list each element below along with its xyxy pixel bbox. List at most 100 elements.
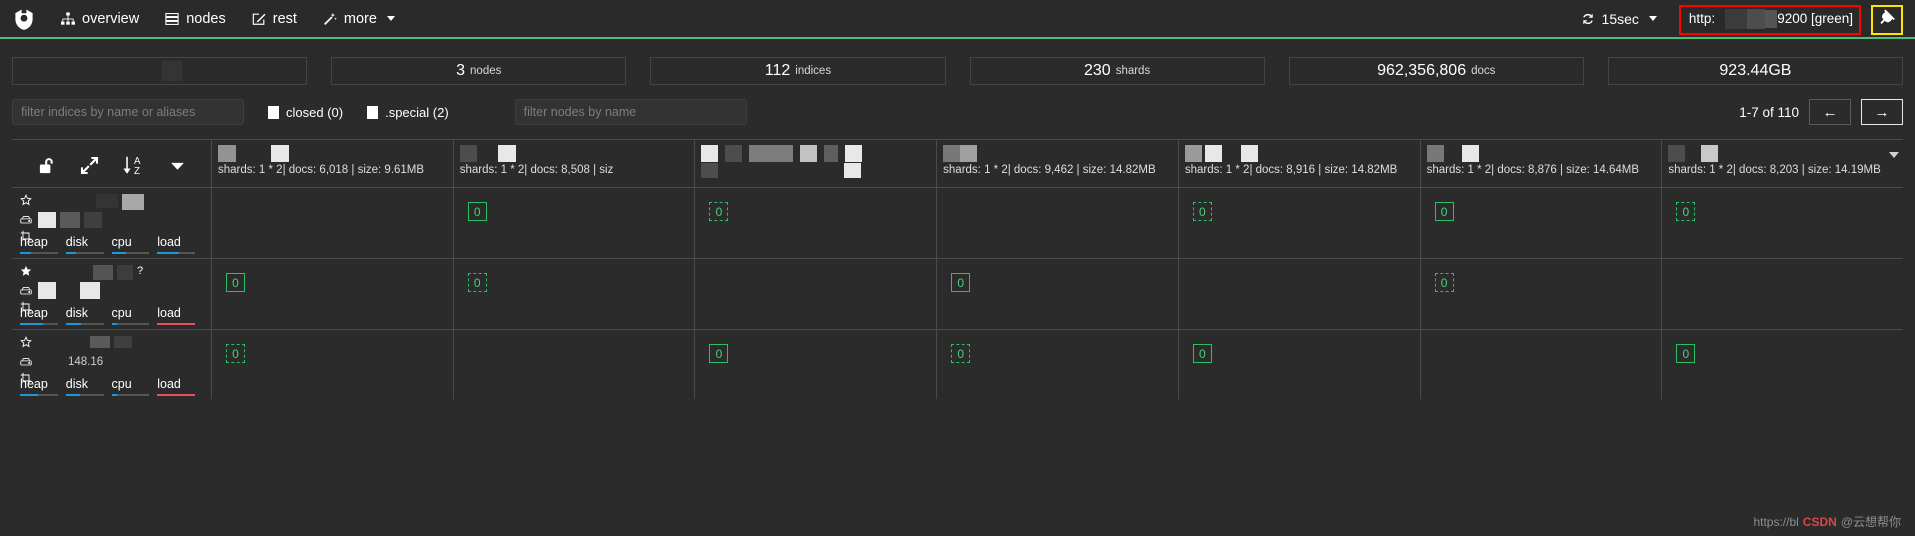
shard-cell[interactable] bbox=[454, 330, 695, 399]
nav-item-nodes[interactable]: nodes bbox=[152, 0, 239, 37]
cerebro-logo-link[interactable] bbox=[0, 0, 48, 37]
index-filter-input[interactable] bbox=[12, 99, 244, 125]
node-name-redaction bbox=[90, 336, 110, 348]
refresh-interval-selector[interactable]: 15sec bbox=[1569, 0, 1669, 37]
shard-cell[interactable]: 0 bbox=[695, 330, 936, 399]
connection-url-group[interactable]: http: 9200 [green] bbox=[1678, 0, 1861, 37]
shard-cell[interactable]: 0 bbox=[212, 330, 453, 399]
shard-badge-primary[interactable]: 0 bbox=[709, 344, 729, 363]
shard-cell[interactable]: 0 bbox=[453, 188, 695, 259]
node-name-redaction bbox=[114, 336, 132, 348]
shard-badge-primary[interactable]: 0 bbox=[1192, 344, 1212, 363]
unlock-icon[interactable] bbox=[38, 156, 57, 175]
index-column-header[interactable]: shards: 1 * 2| docs: 8,203 | size: 14.19… bbox=[1662, 140, 1903, 188]
star-outline-icon[interactable] bbox=[20, 336, 34, 348]
node-name-line bbox=[20, 336, 203, 353]
shard-badge-primary[interactable]: 0 bbox=[1676, 344, 1696, 363]
stat-box-redacted bbox=[12, 57, 308, 85]
pagination-next-button[interactable]: → bbox=[1861, 99, 1903, 125]
shard-badge-replica[interactable]: 0 bbox=[951, 344, 971, 363]
shard-cell[interactable] bbox=[937, 188, 1178, 259]
index-name-redaction bbox=[800, 145, 818, 162]
shard-cell[interactable] bbox=[212, 188, 453, 259]
cerebro-logo-icon bbox=[12, 7, 36, 31]
shard-cell[interactable]: 0 bbox=[1179, 330, 1420, 399]
node-host-line: 148.16 bbox=[20, 353, 203, 370]
expand-arrows-icon[interactable] bbox=[80, 156, 99, 175]
shard-badge-primary[interactable]: 0 bbox=[951, 273, 971, 292]
checkbox-icon[interactable] bbox=[367, 105, 379, 119]
shard-cell[interactable] bbox=[1662, 259, 1903, 330]
node-filter-input[interactable] bbox=[514, 99, 747, 125]
checkbox-icon[interactable] bbox=[268, 105, 279, 119]
pagination-prev-button[interactable]: ← bbox=[1809, 99, 1851, 125]
nav-item-more[interactable]: more bbox=[310, 0, 408, 37]
shard-cell[interactable]: 0 bbox=[937, 259, 1178, 330]
nav-item-overview[interactable]: overview bbox=[48, 0, 152, 37]
metric-heap-bar bbox=[20, 322, 58, 325]
index-column-header[interactable]: shards: 1 * 2| docs: 6,018 | size: 9.61M… bbox=[212, 140, 453, 188]
index-name-redaction bbox=[218, 145, 236, 162]
shard-cell[interactable]: 0 bbox=[1420, 259, 1662, 330]
chevron-down-icon[interactable] bbox=[169, 157, 186, 174]
sort-az-icon[interactable]: A Z bbox=[122, 155, 146, 176]
shard-badge-replica[interactable]: 0 bbox=[709, 202, 729, 221]
shard-badge-replica[interactable]: 0 bbox=[467, 273, 487, 292]
index-column-header[interactable]: shards: 1 * 2| docs: 9,462 | size: 14.82… bbox=[937, 140, 1178, 188]
metric-heap-label: heap bbox=[20, 234, 48, 249]
stat-docs-unit: docs bbox=[1471, 65, 1496, 77]
shard-badge-replica[interactable]: 0 bbox=[1192, 202, 1212, 221]
metric-disk: disk bbox=[65, 377, 112, 396]
disconnect-button[interactable] bbox=[1871, 0, 1903, 37]
shard-badge-replica[interactable]: 0 bbox=[1434, 273, 1454, 292]
index-name-redaction bbox=[1461, 145, 1479, 162]
shard-cell[interactable]: 0 bbox=[1178, 188, 1420, 259]
shard-allocation-table: A Z heap disk cpu load ? heap disk cpu l… bbox=[12, 139, 1903, 399]
shard-cell[interactable] bbox=[1421, 330, 1662, 399]
index-meta: shards: 1 * 2| docs: 6,018 | size: 9.61M… bbox=[218, 164, 425, 176]
index-column-header[interactable]: shards: 1 * 2| docs: 8,508 | siz bbox=[453, 140, 695, 188]
shard-cell[interactable] bbox=[695, 259, 937, 330]
shard-cell[interactable]: 0 bbox=[1662, 188, 1903, 259]
node-metrics: heap disk cpu load bbox=[20, 306, 203, 325]
index-name-redaction bbox=[1204, 145, 1222, 162]
shard-badge-replica[interactable]: 0 bbox=[1676, 202, 1696, 221]
shard-badge-primary[interactable]: 0 bbox=[226, 273, 245, 292]
shard-cell[interactable]: 0 bbox=[1420, 188, 1662, 259]
shard-cell[interactable]: 0 bbox=[1662, 330, 1903, 399]
stat-box-indices: 112 indices bbox=[650, 57, 946, 85]
node-name-redaction bbox=[93, 265, 113, 280]
shard-cell[interactable]: 0 bbox=[937, 330, 1178, 399]
index-name-line bbox=[1426, 144, 1656, 163]
watermark: https://bl CSDN @云想帮你 bbox=[1753, 513, 1901, 530]
table-toolbar: A Z bbox=[12, 140, 211, 188]
star-outline-icon[interactable] bbox=[20, 194, 34, 206]
star-filled-icon[interactable] bbox=[20, 265, 34, 277]
index-column-header[interactable] bbox=[695, 140, 937, 188]
shard-cell[interactable]: 0 bbox=[695, 188, 937, 259]
shard-cell[interactable] bbox=[1178, 259, 1420, 330]
connection-url-field[interactable]: http: 9200 [green] bbox=[1685, 8, 1857, 29]
stat-box-docs: 962,356,806 docs bbox=[1288, 57, 1584, 85]
node-column: A Z heap disk cpu load ? heap disk cpu l… bbox=[12, 140, 212, 399]
node-name-fragment: ? bbox=[137, 265, 144, 277]
svg-text:Z: Z bbox=[134, 166, 140, 176]
closed-indices-toggle[interactable]: closed (0) bbox=[268, 105, 343, 120]
shard-cell[interactable]: 0 bbox=[453, 259, 695, 330]
shard-badge-primary[interactable]: 0 bbox=[467, 202, 487, 221]
special-indices-toggle[interactable]: .special (2) bbox=[367, 105, 449, 120]
metric-load-bar bbox=[157, 322, 195, 325]
nav-item-rest[interactable]: rest bbox=[239, 0, 310, 37]
index-meta: shards: 1 * 2| docs: 8,916 | size: 14.82… bbox=[1184, 164, 1398, 176]
chevron-down-icon bbox=[1648, 16, 1657, 21]
stat-docs-value: 962,356,806 bbox=[1377, 62, 1467, 79]
node-name-line: ? bbox=[20, 265, 203, 282]
shard-badge-replica[interactable]: 0 bbox=[226, 344, 245, 363]
shard-badge-primary[interactable]: 0 bbox=[1434, 202, 1454, 221]
index-column-header[interactable]: shards: 1 * 2| docs: 8,876 | size: 14.64… bbox=[1420, 140, 1662, 188]
index-column-header[interactable]: shards: 1 * 2| docs: 8,916 | size: 14.82… bbox=[1178, 140, 1420, 188]
shard-cell[interactable]: 0 bbox=[212, 259, 453, 330]
index-name-redaction bbox=[1426, 145, 1444, 162]
index-name-redaction bbox=[960, 145, 978, 162]
node-row: heap disk cpu load bbox=[12, 188, 211, 259]
